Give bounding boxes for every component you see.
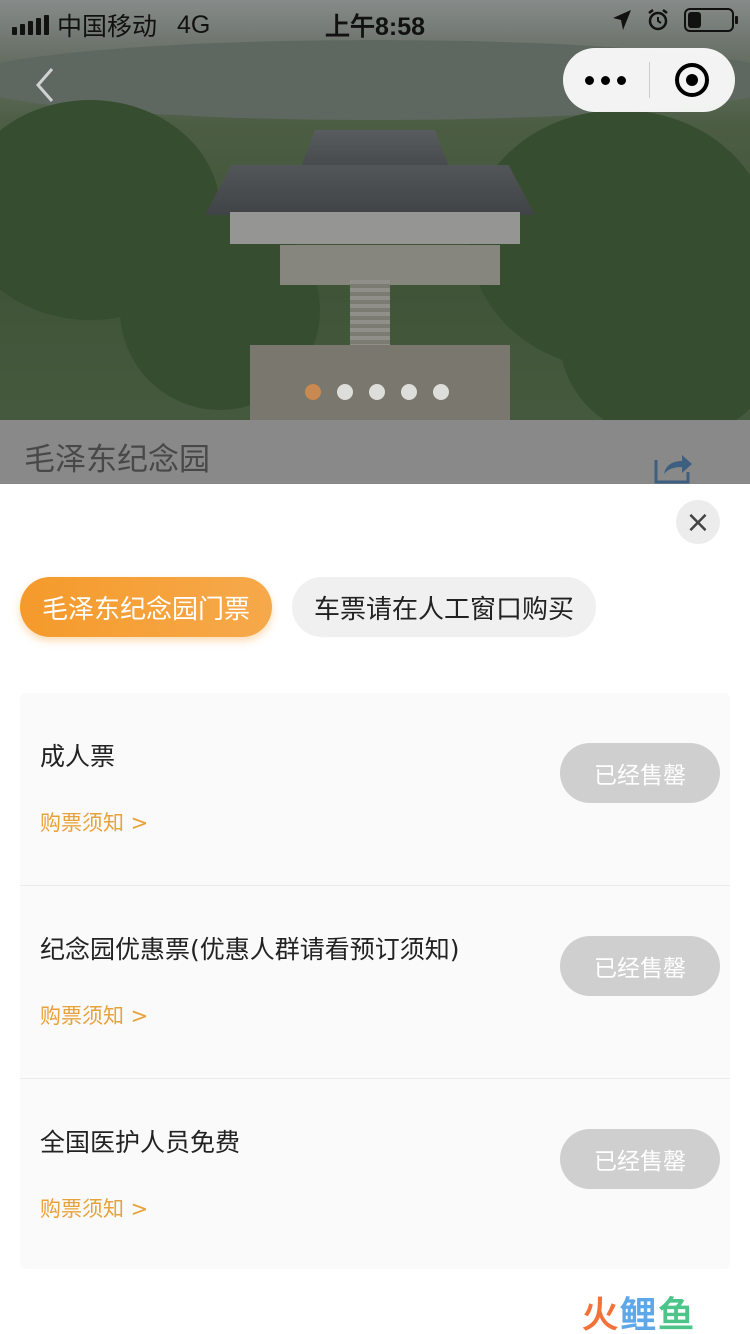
close-sheet-button[interactable]: × <box>676 500 720 544</box>
purchase-notice-link[interactable]: 购票须知 > <box>40 1000 148 1030</box>
sold-out-button[interactable]: 已经售罄 <box>560 743 720 803</box>
purchase-notice-link[interactable]: 购票须知 > <box>40 807 148 837</box>
ticket-item: 全国医护人员免费 购票须知 > 已经售罄 <box>20 1079 730 1269</box>
tab-memorial-tickets[interactable]: 毛泽东纪念园门票 <box>20 577 273 637</box>
ticket-list: 成人票 购票须知 > 已经售罄 纪念园优惠票(优惠人群请看预订须知) 购票须知 … <box>20 693 730 1269</box>
carousel-dot[interactable] <box>433 384 449 400</box>
carousel-dot[interactable] <box>305 384 321 400</box>
carousel-dot[interactable] <box>401 384 417 400</box>
ticket-item: 纪念园优惠票(优惠人群请看预订须知) 购票须知 > 已经售罄 <box>20 886 730 1079</box>
miniprogram-capsule <box>563 48 735 112</box>
purchase-notice-link[interactable]: 购票须知 > <box>40 1193 148 1223</box>
carousel-dot[interactable] <box>337 384 353 400</box>
ticket-name: 全国医护人员免费 <box>40 1128 241 1157</box>
ticket-name: 成人票 <box>40 742 116 771</box>
ticket-item: 成人票 购票须知 > 已经售罄 <box>20 693 730 886</box>
close-miniprogram-icon[interactable] <box>650 48 736 112</box>
back-arrow-icon[interactable] <box>30 65 60 105</box>
more-icon[interactable] <box>563 48 649 112</box>
carousel-dot[interactable] <box>369 384 385 400</box>
status-bar: 中国移动 4G 上午8:58 <box>0 0 750 41</box>
sold-out-button[interactable]: 已经售罄 <box>560 936 720 996</box>
alarm-icon <box>648 9 668 31</box>
ticket-type-tabs: 毛泽东纪念园门票 车票请在人工窗口购买 <box>20 577 597 637</box>
watermark-logo: 火鲤鱼 <box>582 1295 697 1334</box>
battery-icon <box>684 8 738 32</box>
carousel-indicator <box>305 384 449 400</box>
sold-out-button[interactable]: 已经售罄 <box>560 1129 720 1189</box>
close-icon: × <box>685 504 711 540</box>
tab-bus-tickets[interactable]: 车票请在人工窗口购买 <box>292 577 597 637</box>
location-arrow-icon <box>613 10 631 30</box>
ticket-name: 纪念园优惠票(优惠人群请看预订须知) <box>40 935 460 964</box>
